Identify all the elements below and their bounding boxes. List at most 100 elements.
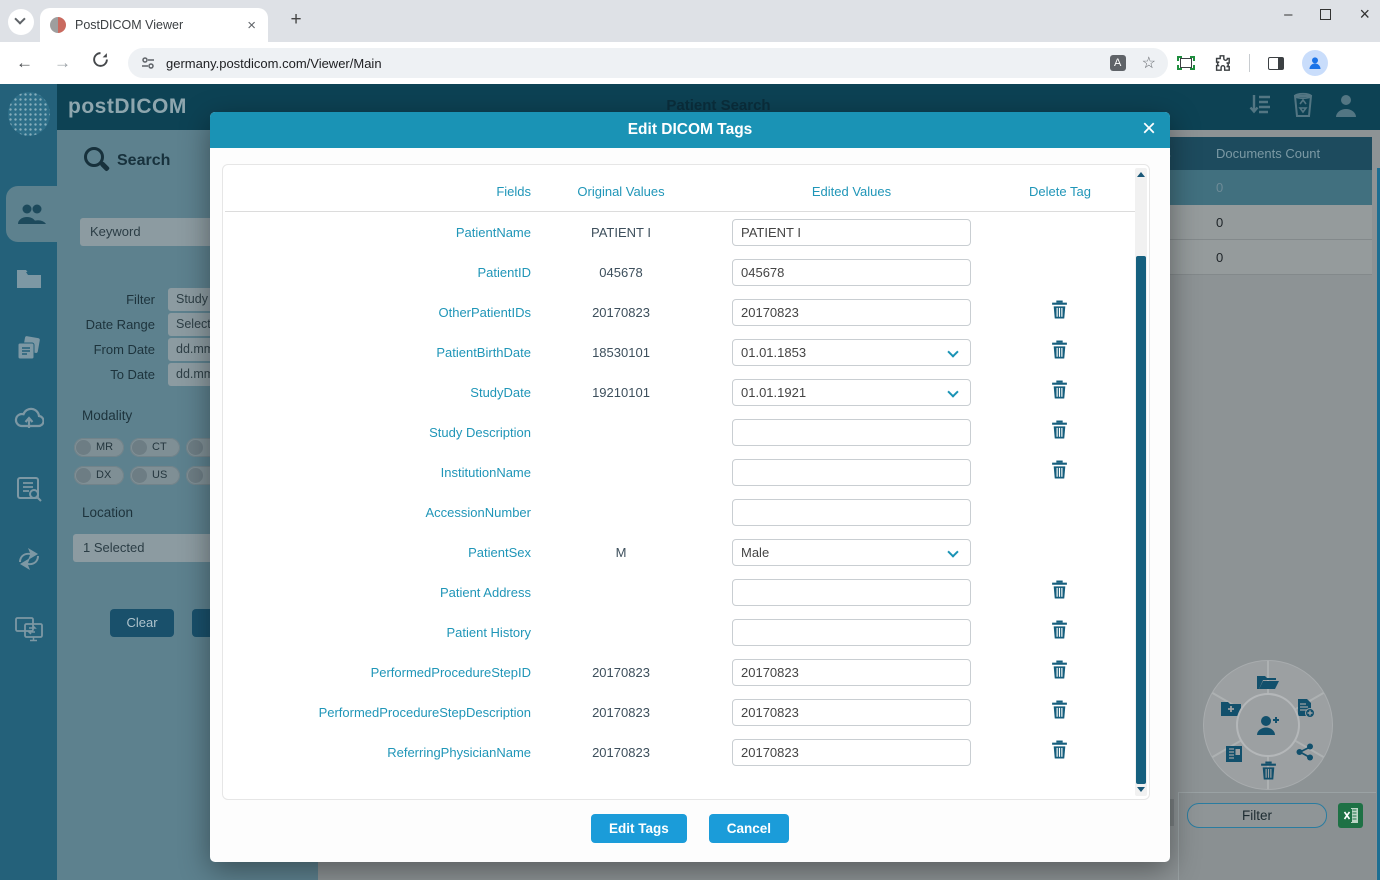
edited-value-cell — [701, 499, 971, 526]
edited-value-input[interactable] — [732, 459, 971, 486]
dicom-tag-row: PatientName PATIENT I — [223, 212, 1149, 252]
recycle-bin-icon[interactable] — [1292, 92, 1314, 118]
delete-tag-button[interactable] — [1051, 740, 1069, 759]
edited-value-input[interactable] — [732, 699, 971, 726]
sidebar-item-worklist[interactable] — [0, 465, 57, 513]
edited-value-cell — [701, 299, 971, 326]
edited-value-input[interactable] — [732, 339, 971, 366]
postdicom-globe-logo — [8, 92, 50, 136]
delete-tag-button[interactable] — [1051, 460, 1069, 479]
tab-close-icon[interactable]: × — [245, 17, 258, 34]
delete-icon[interactable] — [1255, 757, 1281, 783]
cloud-upload-icon — [14, 406, 44, 430]
edited-value-input[interactable] — [732, 419, 971, 446]
window-minimize-button[interactable]: – — [1284, 6, 1292, 23]
cancel-button[interactable]: Cancel — [709, 814, 789, 843]
open-folder-icon[interactable] — [1255, 669, 1281, 695]
original-value: 20170823 — [541, 665, 701, 680]
back-button[interactable]: ← — [16, 53, 33, 73]
delete-tag-button[interactable] — [1051, 620, 1069, 639]
scroll-up-arrow[interactable] — [1137, 172, 1145, 177]
toggle-knob — [132, 468, 147, 483]
edited-value-input[interactable] — [732, 739, 971, 766]
report-icon[interactable] — [1221, 741, 1247, 767]
modality-toggle-label: US — [152, 469, 167, 481]
dicom-tag-row: AccessionNumber — [223, 492, 1149, 532]
edit-tags-button[interactable]: Edit Tags — [591, 814, 687, 843]
dicom-tag-row: PatientSex M — [223, 532, 1149, 572]
dicom-tags-panel: Fields Original Values Edited Values Del… — [222, 164, 1150, 800]
sidebar-item-transfer[interactable] — [0, 605, 57, 653]
clear-button[interactable]: Clear — [110, 609, 174, 637]
excel-export-icon[interactable] — [1338, 803, 1363, 828]
sidebar-item-studies[interactable] — [0, 325, 57, 373]
add-patient-button[interactable] — [1238, 695, 1298, 755]
modality-toggle-ct[interactable]: CT — [130, 438, 180, 457]
modality-toggle-us[interactable]: US — [130, 466, 180, 485]
reload-button[interactable] — [92, 51, 109, 68]
translate-icon[interactable]: A — [1110, 55, 1126, 71]
dicom-tag-row: Patient Address — [223, 572, 1149, 612]
delete-tag-button[interactable] — [1051, 700, 1069, 719]
sidebar-item-upload[interactable] — [0, 394, 57, 442]
delete-tag-button[interactable] — [1051, 380, 1069, 399]
modality-toggle-mr[interactable]: MR — [74, 438, 124, 457]
dicom-tag-row: PerformedProcedureStepID 20170823 — [223, 652, 1149, 692]
sidebar-item-folders[interactable] — [0, 255, 57, 303]
profile-avatar[interactable] — [1302, 50, 1328, 76]
field-name: PatientBirthDate — [223, 345, 541, 360]
sidebar-item-share[interactable] — [0, 535, 57, 583]
modality-toggle-dx[interactable]: DX — [74, 466, 124, 485]
browser-tab[interactable]: PostDICOM Viewer × — [40, 8, 268, 42]
new-tab-button[interactable]: + — [284, 9, 308, 31]
edit-dicom-tags-modal: Edit DICOM Tags × Fields Original Values… — [210, 112, 1170, 862]
dicom-tag-row: Study Description — [223, 412, 1149, 452]
sidebar-item-patient-search[interactable] — [6, 186, 57, 242]
url-text[interactable]: germany.postdicom.com/Viewer/Main — [166, 56, 1110, 71]
edited-value-input[interactable] — [732, 619, 971, 646]
modal-scrollbar[interactable] — [1135, 168, 1147, 796]
edited-value-input[interactable] — [732, 259, 971, 286]
scroll-down-arrow[interactable] — [1137, 787, 1145, 792]
tab-search-button[interactable] — [8, 9, 34, 35]
user-account-icon[interactable] — [1334, 92, 1358, 118]
edited-value-input[interactable] — [732, 499, 971, 526]
site-settings-icon[interactable] — [140, 55, 156, 71]
delete-tag-button[interactable] — [1051, 420, 1069, 439]
edited-value-input[interactable] — [732, 659, 971, 686]
bookmark-star-icon[interactable]: ☆ — [1142, 53, 1156, 73]
extensions-puzzle-icon[interactable] — [1213, 54, 1231, 72]
share-icon[interactable] — [1292, 739, 1318, 765]
edited-value-input[interactable] — [732, 219, 971, 246]
field-name: PatientName — [223, 225, 541, 240]
quick-actions-menu[interactable] — [1204, 661, 1332, 789]
edited-value-input[interactable] — [732, 539, 971, 566]
side-panel-icon[interactable] — [1268, 57, 1284, 70]
dicom-tag-row: InstitutionName — [223, 452, 1149, 492]
delete-tag-button[interactable] — [1051, 300, 1069, 319]
dicom-tag-row: PatientBirthDate 18530101 — [223, 332, 1149, 372]
toggle-knob — [76, 440, 91, 455]
edited-value-input[interactable] — [732, 299, 971, 326]
address-bar[interactable]: germany.postdicom.com/Viewer/Main A ☆ — [128, 48, 1168, 78]
person-plus-icon — [1255, 714, 1281, 736]
window-close-button[interactable]: × — [1359, 4, 1370, 25]
tab-title: PostDICOM Viewer — [75, 18, 245, 32]
original-value: 20170823 — [541, 305, 701, 320]
edited-value-input[interactable] — [732, 379, 971, 406]
filter-button[interactable]: Filter — [1187, 803, 1327, 828]
edited-value-input[interactable] — [732, 579, 971, 606]
original-value: 19210101 — [541, 385, 701, 400]
forward-button[interactable]: → — [54, 53, 71, 73]
dicom-tag-row: OtherPatientIDs 20170823 — [223, 292, 1149, 332]
sort-order-icon[interactable] — [1248, 92, 1272, 118]
scrollbar-thumb[interactable] — [1136, 256, 1146, 784]
screenshot-capture-icon[interactable] — [1177, 56, 1195, 70]
close-icon[interactable]: × — [1142, 115, 1156, 143]
window-maximize-button[interactable] — [1320, 9, 1331, 20]
browser-tab-strip: PostDICOM Viewer × + – × — [0, 0, 1380, 42]
delete-tag-button[interactable] — [1051, 580, 1069, 599]
delete-tag-button[interactable] — [1051, 660, 1069, 679]
toggle-knob — [76, 468, 91, 483]
delete-tag-button[interactable] — [1051, 340, 1069, 359]
